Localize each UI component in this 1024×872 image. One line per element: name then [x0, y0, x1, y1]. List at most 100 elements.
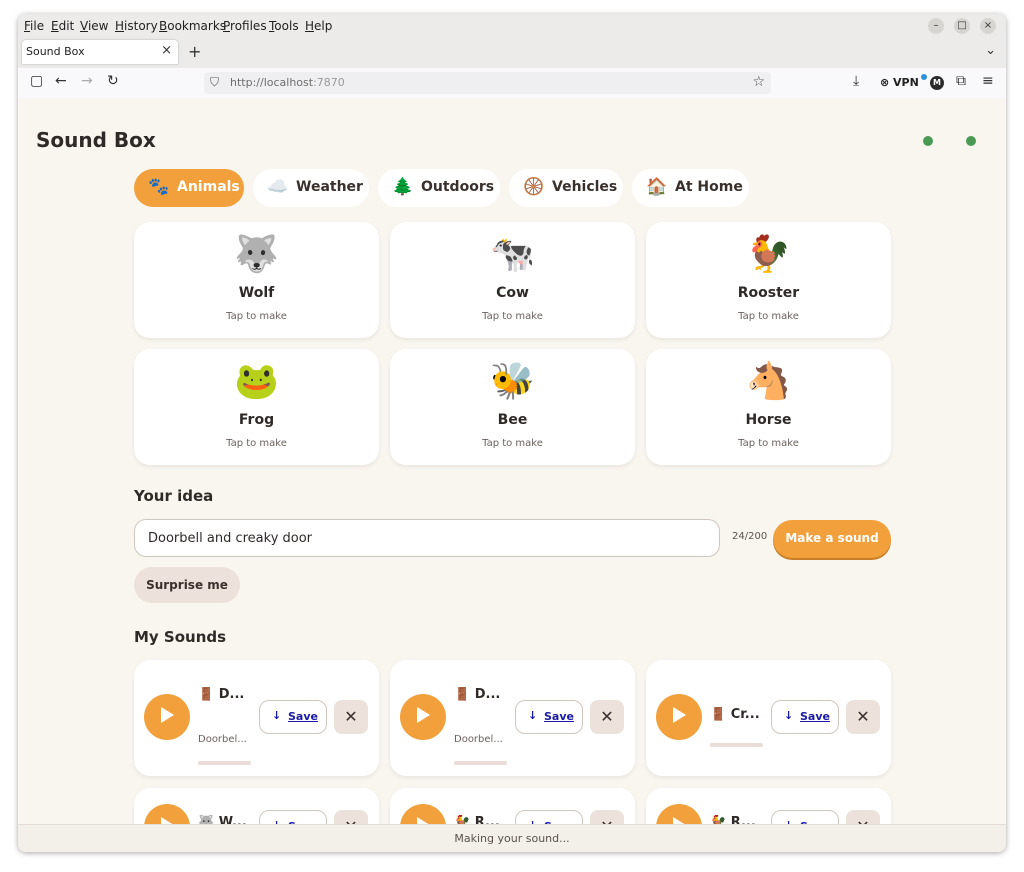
status-dot — [923, 136, 933, 146]
surprise-me-button[interactable]: Surprise me — [134, 567, 240, 603]
tab-list-chevron-icon[interactable]: ⌄ — [985, 43, 996, 58]
play-icon — [161, 817, 174, 824]
menu-view[interactable]: View — [80, 19, 108, 33]
sound-card-wolf[interactable]: 🐺 Wolf Tap to make — [134, 222, 379, 338]
sound-card-cow[interactable]: 🐄 Cow Tap to make — [390, 222, 635, 338]
cow-icon: 🐄 — [490, 234, 535, 275]
shield-icon: ⛉ — [210, 75, 220, 89]
play-button[interactable] — [656, 694, 702, 740]
play-button[interactable] — [400, 804, 446, 824]
maximize-icon[interactable]: □ — [954, 18, 970, 34]
idea-input[interactable] — [134, 519, 720, 557]
vpn-button[interactable]: ⊗ VPN — [880, 76, 919, 89]
tab-vehicles[interactable]: 🛞 Vehicles — [509, 169, 623, 207]
url-text: http://localhost:7870 — [230, 76, 345, 89]
close-window-icon[interactable]: × — [980, 18, 996, 34]
sound-title: 🚪 Cr... — [710, 707, 760, 722]
tab-animals[interactable]: 🐾 Animals — [134, 169, 244, 207]
tab-bar: Sound Box × + ⌄ — [18, 40, 1006, 68]
your-idea-heading: Your idea — [134, 487, 214, 505]
tab-at-home[interactable]: 🏠 At Home — [632, 169, 749, 207]
sound-card-frog[interactable]: 🐸 Frog Tap to make — [134, 349, 379, 465]
delete-icon[interactable]: ✕ — [846, 700, 880, 734]
card-name: Wolf — [238, 285, 275, 301]
delete-icon[interactable]: ✕ — [334, 700, 368, 734]
reload-icon[interactable]: ↻ — [107, 73, 119, 89]
card-name: Rooster — [737, 285, 800, 301]
my-sound-card: 🚪 Cr... ↓ Save ✕ — [646, 660, 891, 776]
menu-edit[interactable]: Edit — [51, 19, 74, 33]
sound-title: 🚪 D... — [454, 687, 501, 702]
my-sound-card: 🐓 R... ↓Save ✕ — [390, 788, 635, 824]
browser-window: File Edit View History Bookmarks Profile… — [18, 14, 1006, 852]
delete-icon[interactable]: ✕ — [590, 810, 624, 824]
horse-icon: 🐴 — [746, 361, 791, 402]
forward-icon[interactable]: → — [81, 73, 93, 89]
character-counter: 24/200 — [732, 531, 768, 542]
delete-icon[interactable]: ✕ — [846, 810, 880, 824]
sidebar-toggle-icon[interactable]: ▢ — [30, 73, 43, 89]
sound-prompt: Doorbel... — [454, 734, 503, 745]
status-bar: Making your sound... — [18, 824, 1006, 852]
sound-title: 🚪 D... — [198, 687, 245, 702]
save-button[interactable]: ↓Save — [771, 810, 839, 824]
card-hint: Tap to make — [226, 438, 287, 449]
new-tab-icon[interactable]: + — [188, 42, 201, 61]
download-icon: ↓ — [784, 709, 794, 722]
sound-title: 🐓 R... — [454, 815, 500, 824]
back-icon[interactable]: ← — [55, 73, 67, 89]
save-button[interactable]: ↓Save — [259, 700, 327, 734]
tab-outdoors[interactable]: 🌲 Outdoors — [378, 169, 500, 207]
sound-card-rooster[interactable]: 🐓 Rooster Tap to make — [646, 222, 891, 338]
menu-hamburger-icon[interactable]: ≡ — [982, 73, 994, 89]
progress-bar — [710, 743, 763, 747]
play-icon — [673, 817, 686, 824]
chip-label: At Home — [675, 179, 743, 195]
play-button[interactable] — [656, 804, 702, 824]
menu-bookmarks[interactable]: Bookmarks — [159, 19, 226, 33]
progress-bar — [454, 761, 507, 765]
extensions-icon[interactable]: ⧉ — [956, 73, 966, 89]
delete-icon[interactable]: ✕ — [590, 700, 624, 734]
play-button[interactable] — [144, 694, 190, 740]
menu-profiles[interactable]: Profiles — [223, 19, 267, 33]
bookmark-star-icon[interactable]: ☆ — [752, 74, 765, 90]
frog-icon: 🐸 — [234, 361, 279, 402]
page-title: Sound Box — [36, 128, 156, 152]
menu-help[interactable]: Help — [305, 19, 332, 33]
nav-bar: ▢ ← → ↻ ⛉ http://localhost:7870 ☆ ⤓ ⊗ VP… — [18, 68, 1006, 99]
sound-card-horse[interactable]: 🐴 Horse Tap to make — [646, 349, 891, 465]
my-sound-card: 🐓 R... ↓Save ✕ — [646, 788, 891, 824]
play-button[interactable] — [144, 804, 190, 824]
status-text: Making your sound... — [454, 832, 570, 845]
tab-sound-box[interactable]: Sound Box × — [22, 40, 178, 64]
save-button[interactable]: ↓Save — [515, 700, 583, 734]
account-avatar[interactable]: M — [930, 76, 944, 90]
tab-close-icon[interactable]: × — [161, 43, 172, 58]
menu-file[interactable]: File — [24, 19, 44, 33]
minimize-icon[interactable]: – — [928, 18, 944, 34]
delete-icon[interactable]: ✕ — [334, 810, 368, 824]
menu-tools[interactable]: Tools — [269, 19, 299, 33]
sound-card-bee[interactable]: 🐝 Bee Tap to make — [390, 349, 635, 465]
card-name: Horse — [745, 412, 792, 428]
save-button[interactable]: ↓Save — [515, 810, 583, 824]
chip-label: Vehicles — [552, 179, 618, 195]
play-button[interactable] — [400, 694, 446, 740]
menu-history[interactable]: History — [115, 19, 158, 33]
menu-bar: File Edit View History Bookmarks Profile… — [18, 14, 1006, 40]
url-bar[interactable]: ⛉ http://localhost:7870 ☆ — [204, 72, 771, 94]
save-button[interactable]: ↓Save — [259, 810, 327, 824]
tree-icon: 🌲 — [392, 177, 414, 197]
chip-label: Weather — [296, 179, 363, 195]
bee-icon: 🐝 — [490, 361, 535, 402]
tab-weather[interactable]: ☁️ Weather — [253, 169, 369, 207]
download-icon: ↓ — [272, 709, 282, 722]
make-sound-button[interactable]: Make a sound — [773, 520, 891, 558]
cloud-icon: ☁️ — [267, 177, 289, 197]
download-icon[interactable]: ⤓ — [853, 73, 859, 89]
rooster-icon: 🐓 — [746, 234, 791, 275]
save-button[interactable]: ↓Save — [771, 700, 839, 734]
card-name: Cow — [496, 285, 529, 301]
card-name: Frog — [238, 412, 275, 428]
